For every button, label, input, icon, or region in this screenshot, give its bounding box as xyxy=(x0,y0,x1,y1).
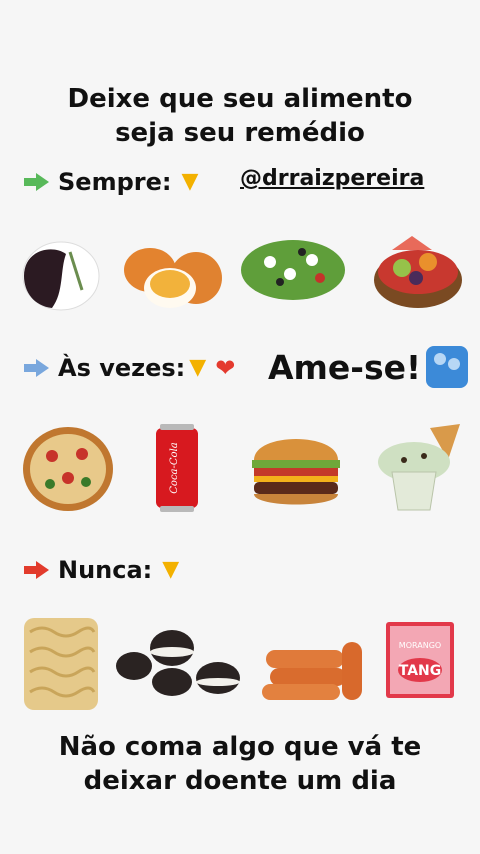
ame-se-text: Ame-se! xyxy=(268,348,422,387)
salad-icon xyxy=(240,236,346,302)
title-line-2: seja seu remédio xyxy=(115,118,365,148)
instant-noodles-icon xyxy=(22,616,100,712)
burger-icon xyxy=(246,424,346,512)
people-hugging-icon xyxy=(426,346,468,388)
boiled-eggs-icon xyxy=(122,244,222,310)
can-label: Coca-Cola xyxy=(169,442,180,493)
tang-brand-text: TANG xyxy=(399,663,442,679)
sausages-icon xyxy=(262,636,366,704)
pizza-icon xyxy=(22,426,114,512)
green-right-arrow-icon xyxy=(24,173,50,191)
row-label-as-vezes: Às vezes: ▼ ❤ xyxy=(24,354,235,382)
blue-right-arrow-icon xyxy=(24,359,50,377)
as-vezes-label: Às vezes: xyxy=(58,354,186,382)
ice-cream-icon xyxy=(374,420,466,514)
heart-on-fire-icon: ❤ xyxy=(215,354,236,382)
pointing-down-hand-icon: ▼ xyxy=(181,169,199,194)
coca-cola-can-icon: Coca-Cola xyxy=(154,424,200,512)
red-right-arrow-icon xyxy=(24,561,50,579)
title-line-1: Deixe que seu alimento xyxy=(67,84,413,114)
instagram-handle-link[interactable]: @drraizpereira xyxy=(240,166,424,191)
black-rice-icon xyxy=(22,240,100,312)
tang-flavor-text: MORANGO xyxy=(399,641,441,650)
bottom-line-1: Não coma algo que vá te xyxy=(58,732,422,762)
pointing-down-hand-icon: ▼ xyxy=(189,355,207,380)
row-label-nunca: Nunca: ▼ xyxy=(24,556,188,584)
nunca-label: Nunca: xyxy=(58,556,153,584)
tang-juice-packet-icon: MORANGO TANG xyxy=(386,622,454,698)
oreo-cookies-icon xyxy=(114,626,242,702)
bottom-caption: Não coma algo que vá te deixar doente um… xyxy=(0,730,480,798)
bottom-line-2: deixar doente um dia xyxy=(83,766,397,796)
page-title: Deixe que seu alimento seja seu remédio xyxy=(0,82,480,150)
sempre-label: Sempre: xyxy=(58,168,172,196)
fruit-bowl-icon xyxy=(372,228,464,310)
row-label-sempre: Sempre: ▼ xyxy=(24,168,207,196)
pointing-down-hand-icon: ▼ xyxy=(162,557,180,582)
